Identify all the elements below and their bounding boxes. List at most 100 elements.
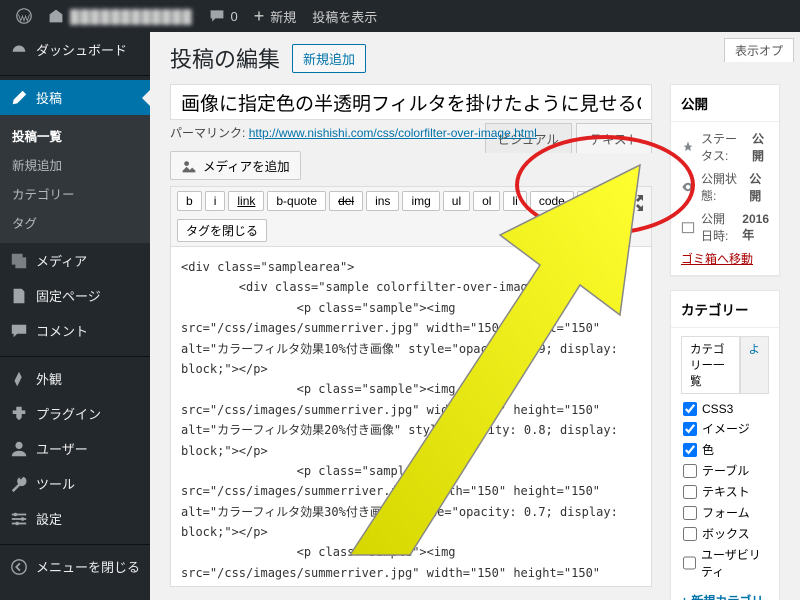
qt-li[interactable]: li [503, 191, 526, 211]
nav-collapse[interactable]: メニューを閉じる [0, 549, 150, 584]
nav-separator [0, 540, 150, 545]
category-label: イメージ [702, 420, 750, 437]
date-value: 2016年 [742, 212, 769, 243]
qt-code[interactable]: code [530, 191, 574, 211]
site-title: ████████████ [70, 9, 193, 24]
nav-plugins[interactable]: プラグイン [0, 396, 150, 431]
qt-italic[interactable]: i [205, 191, 226, 211]
category-label: ボックス [702, 525, 750, 542]
category-item[interactable]: イメージ [683, 418, 767, 439]
cat-tab-all[interactable]: カテゴリー一覧 [681, 336, 740, 393]
nav-pages[interactable]: 固定ページ [0, 278, 150, 313]
nav-label: ユーザー [36, 439, 88, 458]
pin-icon [681, 140, 695, 154]
cat-tab-most[interactable]: よ [740, 336, 770, 393]
subnav-all-posts[interactable]: 投稿一覧 [0, 121, 150, 150]
category-label: CSS3 [702, 402, 733, 416]
category-list: CSS3 イメージ色テーブルテキストフォームボックスユーザビリティ [681, 394, 769, 588]
subnav-categories[interactable]: カテゴリー [0, 179, 150, 208]
date-row: 公開日時: 2016年 [681, 210, 769, 244]
qt-ol[interactable]: ol [473, 191, 500, 211]
qt-img[interactable]: img [402, 191, 439, 211]
permalink-label: パーマリンク: [170, 126, 245, 140]
editor-content[interactable]: <div class="samplearea"> <div class="sam… [181, 257, 641, 587]
nav-tools[interactable]: ツール [0, 466, 150, 501]
visibility-row: 公開状態: 公開 [681, 170, 769, 204]
qt-del[interactable]: del [329, 191, 363, 211]
tab-text[interactable]: テキスト [576, 123, 652, 153]
category-item[interactable]: ボックス [683, 523, 767, 544]
editor-textarea-wrap[interactable]: <div class="samplearea"> <div class="sam… [170, 247, 652, 587]
category-label: 色 [702, 441, 714, 458]
main-content: 表示オプ 投稿の編集 新規追加 パーマリンク: http://www.nishi… [150, 32, 800, 600]
nav-posts[interactable]: 投稿 [0, 80, 150, 115]
category-item[interactable]: 色 [683, 439, 767, 460]
visibility-value: 公開 [749, 170, 769, 204]
add-new-button[interactable]: 新規追加 [292, 44, 366, 73]
quicktags-toolbar-2: タグを閉じる [170, 215, 652, 247]
qt-close-tags[interactable]: タグを閉じる [177, 219, 267, 242]
qt-bquote[interactable]: b-quote [267, 191, 326, 211]
add-media-button[interactable]: メディアを追加 [170, 151, 301, 180]
nav-label: 投稿 [36, 88, 62, 107]
category-checkbox[interactable] [683, 402, 697, 416]
post-title-input[interactable] [170, 84, 652, 120]
status-row: ステータス: 公開 [681, 130, 769, 164]
comments-link[interactable]: 0 [201, 8, 246, 24]
qt-link[interactable]: link [228, 191, 264, 211]
calendar-icon [681, 220, 695, 234]
new-link[interactable]: +新規 [246, 6, 305, 27]
category-item[interactable]: CSS3 [683, 400, 767, 418]
date-label: 公開日時: [701, 210, 736, 244]
nav-comments[interactable]: コメント [0, 313, 150, 348]
nav-dashboard[interactable]: ダッシュボード [0, 32, 150, 67]
qt-ins[interactable]: ins [366, 191, 399, 211]
trash-link[interactable]: ゴミ箱へ移動 [681, 252, 753, 266]
screen-options-button[interactable]: 表示オプ [724, 38, 794, 62]
admin-bar: ████████████ 0 +新規 投稿を表示 [0, 0, 800, 32]
category-tabs: カテゴリー一覧 よ [681, 336, 769, 394]
nav-media[interactable]: メディア [0, 243, 150, 278]
admin-sidebar: ダッシュボード 投稿 投稿一覧 新規追加 カテゴリー タグ メディア 固定ページ… [0, 32, 150, 600]
nav-appearance[interactable]: 外観 [0, 361, 150, 396]
editor-column: パーマリンク: http://www.nishishi.com/css/colo… [170, 84, 652, 600]
nav-label: ダッシュボード [36, 40, 127, 59]
nav-settings[interactable]: 設定 [0, 501, 150, 536]
category-item[interactable]: テーブル [683, 460, 767, 481]
visibility-label: 公開状態: [701, 170, 743, 204]
categories-heading: カテゴリー [671, 291, 779, 328]
fullscreen-icon[interactable] [625, 193, 645, 213]
nav-label: コメント [36, 321, 88, 340]
qt-bold[interactable]: b [177, 191, 202, 211]
category-label: テーブル [702, 462, 749, 479]
qt-more[interactable]: more [577, 191, 622, 211]
add-category-link[interactable]: + 新規カテゴリーを [681, 592, 769, 600]
nav-separator [0, 71, 150, 76]
view-post-link[interactable]: 投稿を表示 [304, 7, 385, 26]
category-label: テキスト [702, 483, 750, 500]
screen-meta: 表示オプ [724, 38, 794, 62]
nav-label: メニューを閉じる [36, 557, 140, 576]
site-link[interactable]: ████████████ [40, 8, 201, 24]
status-label: ステータス: [701, 130, 746, 164]
category-item[interactable]: テキスト [683, 481, 767, 502]
subnav-new-post[interactable]: 新規追加 [0, 150, 150, 179]
category-checkbox[interactable] [683, 527, 697, 541]
category-checkbox[interactable] [683, 556, 696, 570]
category-checkbox[interactable] [683, 464, 697, 478]
category-item[interactable]: フォーム [683, 502, 767, 523]
category-checkbox[interactable] [683, 443, 697, 457]
page-title: 投稿の編集 [170, 42, 280, 74]
nav-users[interactable]: ユーザー [0, 431, 150, 466]
category-checkbox[interactable] [683, 485, 697, 499]
category-label: フォーム [702, 504, 750, 521]
category-label: ユーザビリティ [701, 546, 767, 580]
subnav-tags[interactable]: タグ [0, 208, 150, 237]
category-checkbox[interactable] [683, 422, 697, 436]
permalink-link[interactable]: http://www.nishishi.com/css/colorfilter-… [249, 126, 537, 140]
category-item[interactable]: ユーザビリティ [683, 544, 767, 582]
category-checkbox[interactable] [683, 506, 697, 520]
nav-label: プラグイン [36, 404, 101, 423]
qt-ul[interactable]: ul [443, 191, 470, 211]
wp-logo[interactable] [8, 8, 40, 24]
